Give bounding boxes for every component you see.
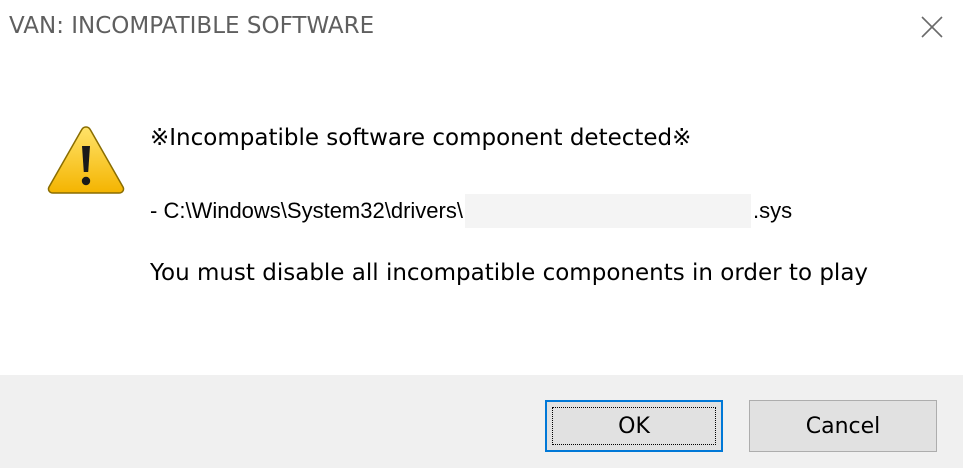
driver-path: - C:\Windows\System32\drivers\ .sys bbox=[150, 194, 792, 228]
window-title: VAN: INCOMPATIBLE SOFTWARE bbox=[9, 13, 375, 39]
cancel-button-label: Cancel bbox=[805, 413, 881, 439]
button-bar: OK Cancel bbox=[0, 375, 963, 468]
incompatible-software-dialog: VAN: INCOMPATIBLE SOFTWARE ※Incompatible… bbox=[0, 0, 963, 468]
redacted-filename bbox=[464, 194, 751, 228]
close-icon bbox=[921, 16, 943, 38]
ok-button-label: OK bbox=[618, 413, 650, 439]
message-body: You must disable all incompatible compon… bbox=[150, 260, 869, 286]
driver-path-prefix: - C:\Windows\System32\drivers\ bbox=[150, 198, 463, 223]
warning-icon bbox=[47, 126, 125, 194]
title-bar: VAN: INCOMPATIBLE SOFTWARE bbox=[0, 0, 963, 62]
cancel-button[interactable]: Cancel bbox=[749, 400, 937, 452]
ok-button[interactable]: OK bbox=[545, 400, 723, 452]
dialog-content: ※Incompatible software component detecte… bbox=[0, 62, 963, 375]
driver-path-suffix: .sys bbox=[752, 198, 793, 223]
close-button[interactable] bbox=[901, 0, 963, 54]
message-heading: ※Incompatible software component detecte… bbox=[150, 125, 692, 151]
